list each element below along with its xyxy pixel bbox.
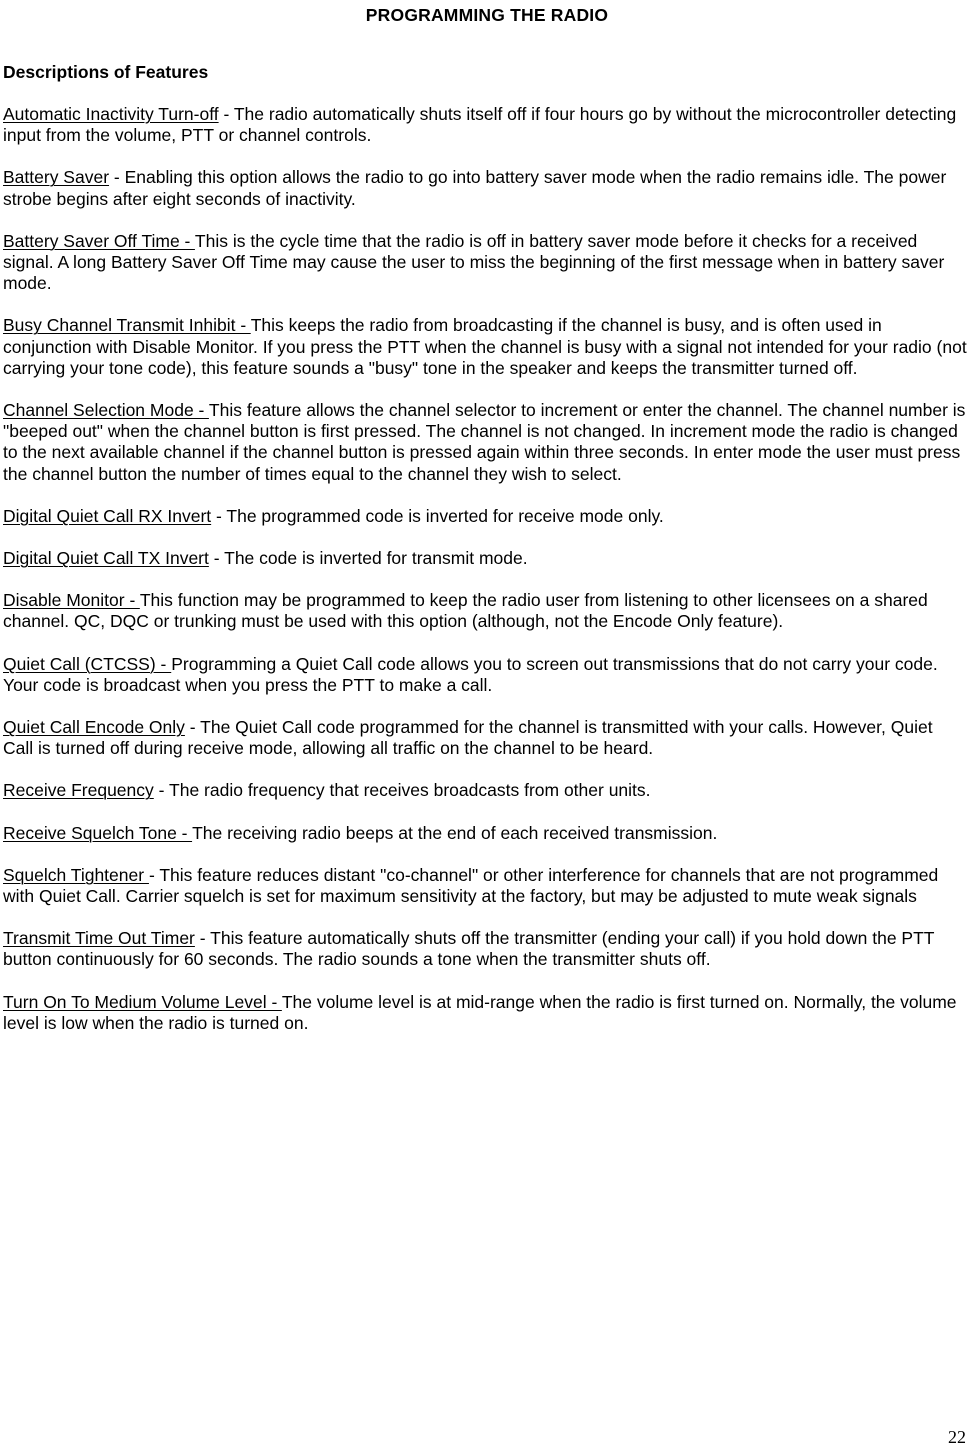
feature-term: Squelch Tightener (3, 864, 149, 885)
feature-paragraph: Channel Selection Mode - This feature al… (3, 400, 967, 485)
feature-description: The code is inverted for transmit mode. (224, 548, 528, 569)
feature-term: Busy Channel Transmit Inhibit - (3, 315, 251, 336)
feature-term: Receive Frequency (3, 780, 154, 801)
feature-paragraph: Receive Frequency - The radio frequency … (3, 780, 967, 801)
document-body: Descriptions of Features Automatic Inact… (3, 62, 967, 1034)
feature-paragraph: Transmit Time Out Timer - This feature a… (3, 928, 967, 970)
feature-term: Disable Monitor - (3, 590, 140, 611)
feature-separator: - (109, 167, 125, 188)
feature-term: Transmit Time Out Timer (3, 928, 195, 949)
feature-description: The radio frequency that receives broadc… (169, 780, 651, 801)
feature-description: The programmed code is inverted for rece… (226, 505, 664, 526)
feature-term: Turn On To Medium Volume Level - (3, 991, 282, 1012)
feature-paragraph: Digital Quiet Call TX Invert - The code … (3, 548, 967, 569)
document-page: PROGRAMMING THE RADIO Descriptions of Fe… (0, 0, 974, 1453)
feature-term: Digital Quiet Call TX Invert (3, 548, 209, 569)
feature-paragraph: Automatic Inactivity Turn-off - The radi… (3, 104, 967, 146)
feature-description: The receiving radio beeps at the end of … (192, 822, 718, 843)
page-title: PROGRAMMING THE RADIO (365, 5, 609, 25)
feature-separator: - (153, 780, 170, 801)
feature-term: Automatic Inactivity Turn-off (3, 104, 219, 124)
feature-paragraph: Battery Saver - Enabling this option all… (3, 167, 967, 209)
feature-paragraph: Disable Monitor - This function may be p… (3, 590, 967, 632)
feature-paragraph: Quiet Call Encode Only - The Quiet Call … (3, 717, 967, 759)
feature-description: This function may be programmed to keep … (3, 590, 928, 632)
feature-paragraph: Busy Channel Transmit Inhibit - This kee… (3, 315, 967, 379)
feature-paragraph: Receive Squelch Tone - The receiving rad… (3, 823, 967, 844)
feature-paragraph: Digital Quiet Call RX Invert - The progr… (3, 506, 967, 527)
feature-description: Enabling this option allows the radio to… (3, 167, 947, 209)
section-heading-descriptions-of-features: Descriptions of Features (3, 62, 209, 82)
feature-paragraph: Quiet Call (CTCSS) - Programming a Quiet… (3, 654, 967, 696)
feature-term: Digital Quiet Call RX Invert (3, 505, 212, 526)
feature-separator: - (148, 864, 160, 885)
feature-list: Automatic Inactivity Turn-off - The radi… (3, 104, 967, 1034)
feature-separator: - (194, 928, 211, 949)
page-number: 22 (948, 1427, 966, 1447)
heading-spacer (3, 83, 967, 104)
feature-separator: - (184, 717, 201, 738)
feature-term: Battery Saver Off Time - (3, 230, 195, 251)
feature-term: Quiet Call Encode Only (3, 717, 185, 738)
feature-term: Receive Squelch Tone - (3, 822, 193, 843)
feature-paragraph: Squelch Tightener - This feature reduces… (3, 865, 967, 907)
feature-paragraph: Turn On To Medium Volume Level - The vol… (3, 992, 967, 1034)
feature-term: Quiet Call (CTCSS) - (3, 653, 172, 674)
feature-term: Battery Saver (3, 167, 110, 188)
feature-separator: - (208, 548, 225, 569)
feature-separator: - (218, 104, 234, 124)
feature-separator: - (211, 505, 227, 526)
feature-term: Channel Selection Mode - (3, 400, 209, 421)
feature-paragraph: Battery Saver Off Time - This is the cyc… (3, 231, 967, 295)
